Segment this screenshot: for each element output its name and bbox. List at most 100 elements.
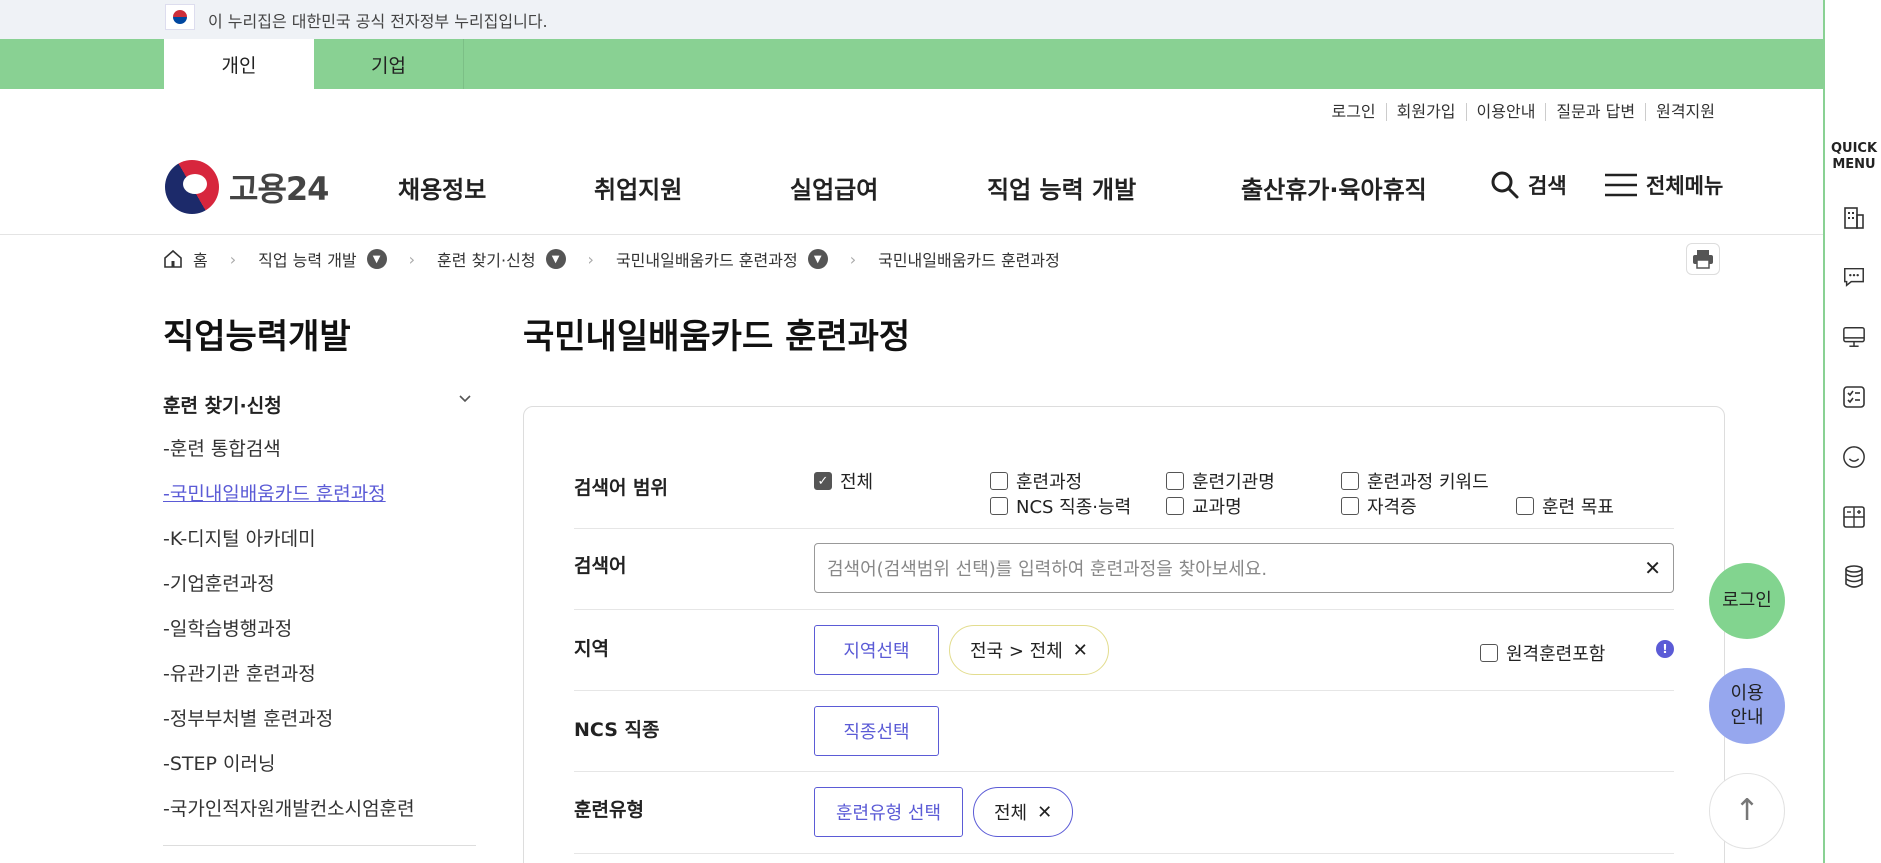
check-icon: ✓ — [814, 472, 832, 490]
checkbox-label: 훈련 목표 — [1542, 497, 1614, 518]
breadcrumb-find-training[interactable]: 훈련 찾기·신청 ▼ — [437, 247, 566, 271]
clear-icon[interactable]: ✕ — [1644, 556, 1661, 580]
hamburger-icon — [1605, 173, 1637, 197]
scope-institution-checkbox[interactable]: 훈련기관명 — [1166, 468, 1275, 494]
checkbox-label: 자격증 — [1367, 497, 1417, 518]
all-menu-label: 전체메뉴 — [1646, 174, 1724, 198]
scope-all-checkbox[interactable]: ✓ 전체 — [814, 468, 873, 494]
sidebar-item-gov-ministry[interactable]: -정부부처별 훈련과정 — [163, 704, 415, 749]
close-icon[interactable]: ✕ — [1037, 802, 1052, 823]
calculator-icon[interactable] — [1842, 504, 1866, 530]
checkbox-box — [1166, 472, 1184, 490]
region-chip[interactable]: 전국 > 전체 ✕ — [949, 625, 1109, 675]
coins-icon[interactable] — [1842, 564, 1866, 590]
tab-personal[interactable]: 개인 — [164, 39, 314, 89]
qna-link[interactable]: 질문과 답변 — [1545, 103, 1645, 121]
sidebar-item-label: -일학습병행과정 — [163, 618, 293, 640]
dropdown-icon[interactable]: ▼ — [366, 249, 387, 269]
remote-training-checkbox[interactable]: 원격훈련포함 — [1480, 640, 1605, 666]
breadcrumb-card-course[interactable]: 국민내일배움카드 훈련과정 ▼ — [616, 247, 828, 271]
floating-guide-line1: 이용 — [1730, 683, 1764, 704]
sidebar-item-card-course[interactable]: -국민내일배움카드 훈련과정 — [163, 479, 415, 524]
checkbox-label: 원격훈련포함 — [1506, 644, 1606, 665]
scope-keyword-checkbox[interactable]: 훈련과정 키워드 — [1341, 468, 1489, 494]
dropdown-icon[interactable]: ▼ — [807, 249, 828, 269]
printer-icon — [1693, 250, 1713, 269]
sidebar-item-step-elearning[interactable]: -STEP 이러닝 — [163, 749, 415, 794]
utility-links: 로그인 회원가입 이용안내 질문과 답변 원격지원 — [1321, 103, 1725, 121]
scope-ncs-checkbox[interactable]: NCS 직종·능력 — [990, 493, 1131, 519]
tab-business[interactable]: 기업 — [314, 39, 464, 89]
quick-menu-title-line2: MENU — [1832, 157, 1876, 172]
gnb-skill-development[interactable]: 직업 능력 개발 — [987, 170, 1136, 205]
gnb-employment-support[interactable]: 취업지원 — [594, 170, 682, 205]
login-link[interactable]: 로그인 — [1321, 103, 1385, 121]
close-icon[interactable]: ✕ — [1073, 640, 1088, 661]
floating-guide-button[interactable]: 이용안내 — [1709, 668, 1785, 744]
gnb-unemployment-benefit[interactable]: 실업급여 — [790, 170, 878, 205]
search-button[interactable]: 검색 — [1490, 170, 1567, 200]
checkbox-label: 훈련과정 키워드 — [1367, 472, 1489, 493]
scope-label: 검색어 범위 — [574, 477, 669, 499]
scope-subject-checkbox[interactable]: 교과명 — [1166, 493, 1242, 519]
training-type-select-button[interactable]: 훈련유형 선택 — [814, 787, 963, 837]
logo-mark-icon — [165, 160, 219, 214]
training-type-chip[interactable]: 전체 ✕ — [973, 787, 1074, 837]
ncs-select-button[interactable]: 직종선택 — [814, 706, 939, 756]
sidebar-item-work-study[interactable]: -일학습병행과정 — [163, 614, 415, 659]
building-icon[interactable] — [1842, 205, 1866, 231]
smile-icon[interactable] — [1842, 444, 1866, 470]
floating-login-button[interactable]: 로그인 — [1709, 563, 1785, 639]
floating-guide-line2: 안내 — [1730, 707, 1764, 728]
logo-text: 고용24 — [229, 170, 329, 208]
region-select-button[interactable]: 지역선택 — [814, 625, 939, 675]
guide-link[interactable]: 이용안내 — [1465, 103, 1546, 121]
gnb-parental-leave[interactable]: 출산휴가·육아휴직 — [1241, 170, 1427, 205]
sidebar-item-related-org[interactable]: -유관기관 훈련과정 — [163, 659, 415, 704]
remote-support-link[interactable]: 원격지원 — [1645, 103, 1725, 121]
sidebar-item-company-training[interactable]: -기업훈련과정 — [163, 569, 415, 614]
sidebar-item-label: -기업훈련과정 — [163, 573, 275, 595]
info-icon[interactable]: ! — [1656, 640, 1674, 658]
gnb-jobs[interactable]: 채용정보 — [398, 170, 486, 205]
keyword-input[interactable]: 검색어(검색범위 선택)를 입력하여 훈련과정을 찾아보세요. ✕ — [814, 543, 1674, 593]
scope-goal-checkbox[interactable]: 훈련 목표 — [1516, 493, 1614, 519]
checkbox-box — [1166, 497, 1184, 515]
breadcrumb-skill-development[interactable]: 직업 능력 개발 ▼ — [258, 247, 387, 271]
keyword-label: 검색어 — [574, 555, 627, 577]
sidebar-item-k-digital[interactable]: -K-디지털 아카데미 — [163, 524, 415, 569]
user-type-tabbar: 개인 기업 — [0, 39, 1823, 89]
all-menu-button[interactable]: 전체메뉴 — [1604, 170, 1723, 200]
breadcrumb-current: 국민내일배움카드 훈련과정 — [878, 247, 1060, 271]
search-icon — [1491, 171, 1519, 199]
site-logo[interactable]: 고용24 — [165, 160, 329, 214]
checkbox-label: 교과명 — [1192, 497, 1242, 518]
scope-course-checkbox[interactable]: 훈련과정 — [990, 468, 1082, 494]
checkbox-box — [990, 497, 1008, 515]
checklist-icon[interactable] — [1842, 384, 1866, 410]
print-button[interactable] — [1686, 243, 1720, 275]
breadcrumb-home-label: 홈 — [193, 251, 208, 270]
sidebar-item-label: -정부부처별 훈련과정 — [163, 708, 334, 730]
checkbox-box — [1516, 497, 1534, 515]
checkbox-label: 전체 — [840, 472, 874, 493]
checkbox-box — [1341, 497, 1359, 515]
scope-certificate-checkbox[interactable]: 자격증 — [1341, 493, 1417, 519]
breadcrumb-home[interactable]: 홈 — [163, 247, 208, 271]
dropdown-icon[interactable]: ▼ — [545, 249, 566, 269]
quick-menu-title: QUICK MENU — [1825, 141, 1881, 173]
chat-icon[interactable] — [1842, 264, 1866, 290]
sidebar-list: -훈련 통합검색 -국민내일배움카드 훈련과정 -K-디지털 아카데미 -기업훈… — [163, 434, 415, 839]
sidebar-item-consortium[interactable]: -국가인적자원개발컨소시엄훈련 — [163, 794, 415, 839]
ncs-label: NCS 직종 — [574, 719, 660, 741]
sidebar-item-integrated-search[interactable]: -훈련 통합검색 — [163, 434, 415, 479]
sidebar-divider — [163, 845, 476, 846]
quick-menu: QUICK MENU — [1823, 0, 1881, 863]
monitor-icon[interactable] — [1842, 324, 1866, 350]
chevron-right-icon: › — [408, 249, 416, 269]
scroll-top-button[interactable]: ↑ — [1709, 773, 1785, 849]
training-type-label: 훈련유형 — [574, 799, 644, 821]
signup-link[interactable]: 회원가입 — [1385, 103, 1466, 121]
sidebar-group-toggle[interactable]: 훈련 찾기·신청 — [163, 391, 473, 418]
scope-row: 검색어 범위 ✓ 전체 훈련과정 훈련기관명 훈련과정 키워드 NCS 직종·능력… — [574, 447, 1674, 529]
